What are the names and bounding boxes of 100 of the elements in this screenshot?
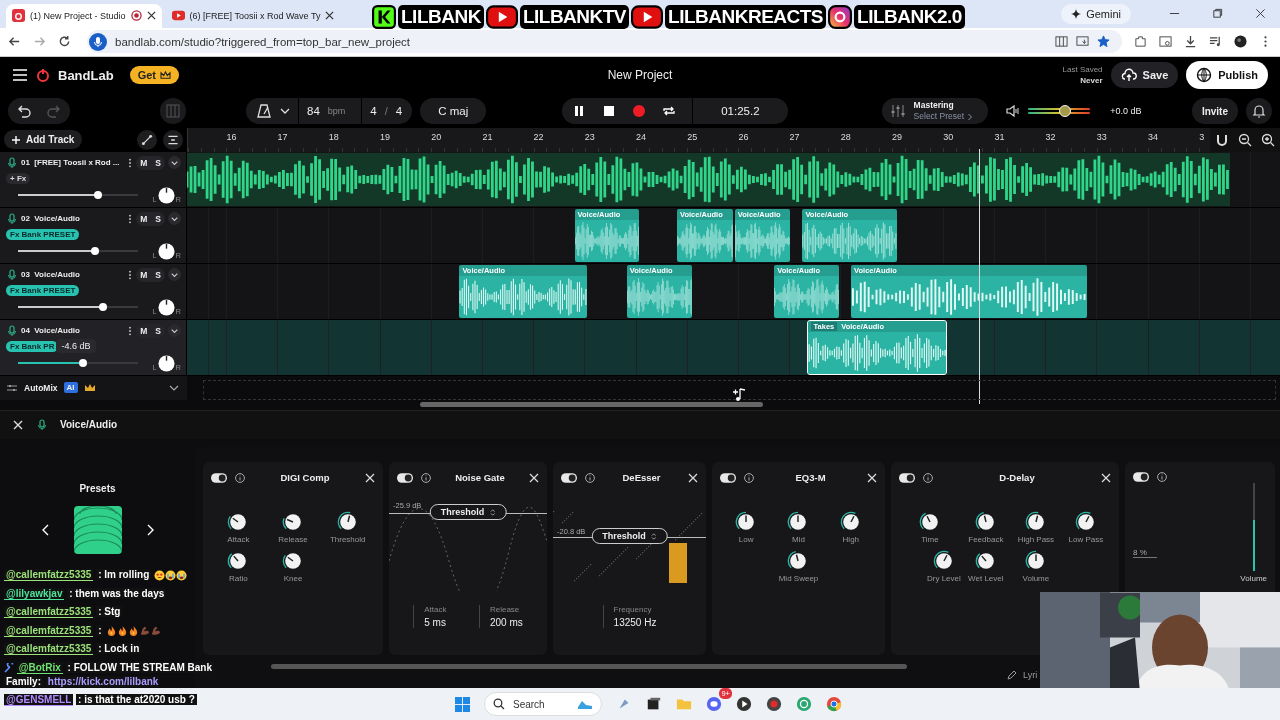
microphone-icon[interactable]: [89, 32, 107, 51]
toggle-switch[interactable]: [397, 472, 413, 483]
undo-icon[interactable]: [16, 103, 32, 120]
chevron-down-icon[interactable]: [168, 156, 181, 170]
close-icon[interactable]: [1255, 8, 1266, 20]
info-icon[interactable]: [923, 472, 933, 483]
slider-thumb[interactable]: [78, 359, 87, 368]
more-icon[interactable]: [128, 269, 133, 280]
volume-slider[interactable]: [18, 250, 138, 253]
more-icon[interactable]: [128, 213, 133, 224]
slider-thumb[interactable]: [99, 303, 108, 312]
chevron-down-icon[interactable]: [168, 324, 181, 338]
speaker-icon[interactable]: [1006, 104, 1021, 119]
toggle-switch[interactable]: [211, 472, 227, 483]
chevron-down-icon[interactable]: [168, 212, 181, 226]
solo-button[interactable]: S: [151, 323, 165, 338]
stop-icon[interactable]: [602, 104, 617, 119]
chevron-down-icon[interactable]: [168, 268, 181, 282]
pan-knob[interactable]: [157, 186, 175, 204]
info-icon[interactable]: [744, 472, 754, 483]
scrollbar[interactable]: [420, 401, 763, 407]
tempo-value[interactable]: 84: [307, 105, 320, 118]
solo-button[interactable]: S: [151, 211, 165, 226]
parameter-value[interactable]: 13250 Hz: [613, 617, 657, 629]
chat-link[interactable]: https://kick.com/lilbank: [45, 675, 161, 687]
fx-button[interactable]: + Fx: [6, 172, 31, 184]
obs-icon[interactable]: [796, 696, 812, 713]
key-button[interactable]: C maj: [420, 98, 487, 125]
solo-button[interactable]: S: [151, 155, 165, 170]
scrollbar[interactable]: [271, 664, 907, 670]
close-icon[interactable]: [325, 11, 335, 21]
close-icon[interactable]: [12, 418, 24, 431]
volume-slider[interactable]: [18, 362, 138, 365]
slider-thumb[interactable]: [94, 191, 103, 200]
preset-tag[interactable]: Fx Bank PRESET: [6, 284, 80, 296]
gemini-button[interactable]: Gemini: [1061, 3, 1131, 24]
zoom-out-icon[interactable]: [1238, 132, 1252, 147]
media-icon[interactable]: [1209, 35, 1222, 49]
lyrics-button[interactable]: Lyri: [1007, 670, 1038, 681]
add-midi-icon[interactable]: [730, 386, 746, 403]
publish-button[interactable]: Publish: [1186, 61, 1268, 90]
mute-button[interactable]: M: [136, 323, 152, 338]
media-player-icon[interactable]: [736, 696, 752, 713]
pan-knob[interactable]: [157, 242, 175, 260]
align-icon[interactable]: [163, 129, 183, 150]
record-app-icon[interactable]: [766, 696, 782, 713]
link-icon[interactable]: [137, 129, 157, 150]
time-signature-top[interactable]: 4: [370, 105, 377, 118]
restore-icon[interactable]: [1212, 8, 1223, 20]
chat-username[interactable]: @callemfatzz5335: [4, 569, 94, 581]
address-field[interactable]: bandlab.com/studio?triggered_from=top_bar_new_project: [87, 30, 1122, 54]
chat-username[interactable]: @GENSMELL: [4, 694, 74, 706]
save-button[interactable]: Save: [1110, 62, 1179, 89]
star-icon[interactable]: [1097, 35, 1110, 49]
windows-icon[interactable]: [455, 696, 470, 712]
slider-thumb[interactable]: [1059, 105, 1072, 118]
add-track-button[interactable]: Add Track: [4, 130, 83, 150]
close-icon[interactable]: [146, 11, 156, 21]
get-button[interactable]: Get: [129, 66, 179, 85]
info-icon[interactable]: [1157, 472, 1167, 483]
browser-tab[interactable]: (6) [FREE] Toosii x Rod Wave Ty: [165, 3, 341, 28]
record-icon[interactable]: [632, 104, 647, 119]
mute-button[interactable]: M: [136, 211, 152, 226]
solo-button[interactable]: S: [151, 267, 165, 282]
master-volume-slider[interactable]: [1028, 104, 1091, 119]
chrome-icon[interactable]: [826, 696, 842, 713]
extensions-icon[interactable]: [1134, 35, 1147, 49]
browser-tab[interactable]: (1) New Project - Studio: [6, 3, 162, 28]
bell-icon[interactable]: [1246, 98, 1272, 125]
slider-thumb[interactable]: [90, 247, 99, 256]
magnet-icon[interactable]: [1214, 132, 1229, 147]
timeline-ruler[interactable]: 16 17 18 19 20 21 22 23 24 25 26 27 28 29 30 31 32 33 34 3: [187, 128, 1280, 152]
invite-button[interactable]: Invite: [1191, 98, 1238, 125]
volume-fader[interactable]: [1252, 483, 1255, 572]
tab-search-icon[interactable]: [1159, 35, 1172, 49]
automix-row[interactable]: AutoMix AI: [0, 375, 187, 400]
avatar-icon[interactable]: [1234, 35, 1247, 49]
parameter-value[interactable]: 200 ms: [489, 617, 523, 629]
metronome-icon[interactable]: [256, 103, 272, 120]
threshold-dropdown[interactable]: Threshold: [429, 504, 507, 521]
mute-button[interactable]: M: [136, 267, 152, 282]
time-signature-bottom[interactable]: 4: [395, 105, 403, 118]
mastering-button[interactable]: Mastering Select Preset: [881, 98, 989, 125]
toggle-switch[interactable]: [561, 472, 577, 483]
pan-knob[interactable]: [157, 298, 175, 316]
toggle-switch[interactable]: [720, 472, 736, 483]
toggle-switch[interactable]: [1133, 472, 1149, 483]
threshold-dropdown[interactable]: Threshold: [591, 528, 668, 545]
install-icon[interactable]: [1076, 35, 1089, 49]
reload-icon[interactable]: [58, 35, 71, 49]
search-field[interactable]: Search: [484, 692, 602, 717]
more-icon[interactable]: [128, 325, 133, 336]
pan-knob[interactable]: [157, 354, 175, 372]
discord-icon[interactable]: [706, 696, 722, 713]
preset-thumbnail[interactable]: [73, 506, 122, 555]
volume-slider[interactable]: [18, 306, 138, 309]
preset-tag[interactable]: Fx Bank PRESET: [6, 228, 80, 240]
preset-tag[interactable]: Fx Bank PR: [6, 340, 59, 352]
mute-button[interactable]: M: [136, 155, 152, 170]
download-icon[interactable]: [1184, 35, 1197, 49]
